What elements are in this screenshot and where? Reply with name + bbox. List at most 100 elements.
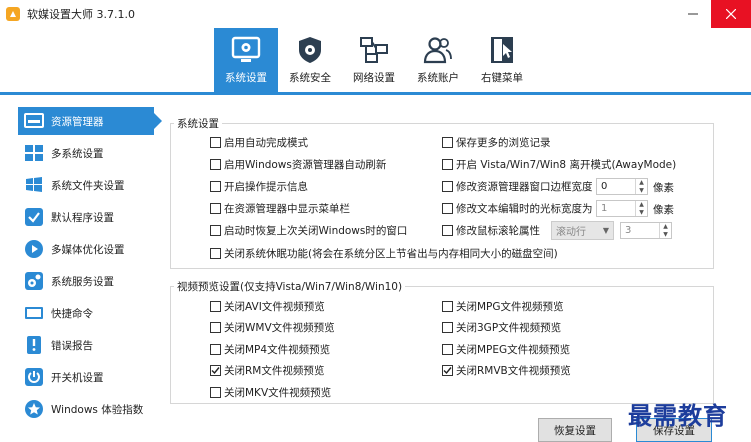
close-button[interactable] [711, 0, 751, 28]
tab-label: 右键菜单 [481, 72, 523, 84]
wheel-mode-select[interactable]: 滚动行 ▼ [551, 221, 614, 240]
window-title: 软媒设置大师 3.7.1.0 [27, 8, 135, 21]
option-cursor-width[interactable]: 修改文本编辑时的光标宽度为 [442, 200, 593, 216]
sidebar-item-shortcut-command[interactable]: 快捷命令 [18, 299, 154, 327]
checkbox[interactable] [442, 300, 453, 312]
option-disable-hibernate[interactable]: 关闭系统休眠功能(将会在系统分区上节省出与内存相同大小的磁盘空间) [210, 245, 558, 261]
tab-context-menu[interactable]: 右键菜单 [470, 28, 534, 92]
windows-folder-icon [23, 174, 45, 196]
option-disable-3gp-preview[interactable]: 关闭3GP文件视频预览 [442, 319, 561, 335]
checkbox[interactable] [210, 386, 221, 398]
checkbox[interactable] [442, 158, 453, 170]
sidebar-item-label: 资源管理器 [51, 115, 104, 128]
checkbox[interactable] [442, 136, 453, 148]
sidebar-item-explorer[interactable]: 资源管理器 [18, 107, 162, 135]
tab-system-security[interactable]: 系统安全 [278, 28, 342, 92]
checkbox[interactable] [210, 158, 221, 170]
command-icon [23, 302, 45, 324]
option-disable-avi-preview[interactable]: 关闭AVI文件视频预览 [210, 298, 325, 314]
sidebar-item-error-report[interactable]: 错误报告 [18, 331, 154, 359]
default-program-icon [23, 206, 45, 228]
checkbox[interactable] [210, 224, 221, 236]
title-bar: 软媒设置大师 3.7.1.0 [0, 0, 751, 28]
cursor-menu-icon [484, 34, 520, 66]
tab-network-settings[interactable]: 网络设置 [342, 28, 406, 92]
tab-label: 网络设置 [353, 72, 395, 84]
restore-settings-button[interactable]: 恢复设置 [538, 418, 612, 442]
checkmark-icon [443, 366, 452, 374]
star-icon [23, 398, 45, 420]
checkbox[interactable] [210, 247, 221, 259]
sidebar-item-windows-experience[interactable]: Windows 体验指数 [18, 395, 154, 423]
sidebar-item-label: 系统服务设置 [51, 275, 114, 288]
sidebar-item-label: 快捷命令 [51, 307, 93, 320]
tab-label: 系统设置 [225, 72, 267, 84]
checkbox[interactable] [442, 202, 453, 214]
spin-up-icon[interactable]: ▲ [636, 179, 647, 187]
option-restore-windows[interactable]: 启动时恢复上次关闭Windows时的窗口 [210, 222, 407, 238]
option-disable-wmv-preview[interactable]: 关闭WMV文件视频预览 [210, 319, 335, 335]
sidebar-item-power[interactable]: 开关机设置 [18, 363, 154, 391]
option-show-menubar[interactable]: 在资源管理器中显示菜单栏 [210, 200, 350, 216]
checkbox-checked[interactable] [442, 364, 453, 376]
option-disable-rmvb-preview[interactable]: 关闭RMVB文件视频预览 [442, 362, 571, 378]
checkbox[interactable] [210, 343, 221, 355]
spin-down-icon[interactable]: ▼ [636, 187, 647, 195]
spin-up-icon[interactable]: ▲ [660, 223, 671, 231]
sidebar: 资源管理器 多系统设置 系统文件夹设置 默认程序设置 多媒体优化设置 系统服务设… [0, 95, 162, 442]
border-width-unit: 像素 [653, 182, 674, 194]
wheel-value-stepper[interactable]: 3 ▲ ▼ [620, 222, 672, 239]
watermark: 最需教育 [628, 401, 728, 430]
checkbox[interactable] [210, 202, 221, 214]
checkbox[interactable] [442, 321, 453, 333]
option-disable-rm-preview[interactable]: 关闭RM文件视频预览 [210, 362, 324, 378]
checkbox[interactable] [442, 224, 453, 236]
checkbox[interactable] [210, 180, 221, 192]
option-disable-mpg-preview[interactable]: 关闭MPG文件视频预览 [442, 298, 564, 314]
cursor-width-unit: 像素 [653, 204, 674, 216]
border-width-stepper[interactable]: 0 ▲ ▼ [596, 178, 648, 195]
checkbox[interactable] [442, 180, 453, 192]
checkbox[interactable] [210, 300, 221, 312]
sidebar-item-multimedia[interactable]: 多媒体优化设置 [18, 235, 154, 263]
checkbox[interactable] [210, 136, 221, 148]
option-disable-mpeg-preview[interactable]: 关闭MPEG文件视频预览 [442, 341, 570, 357]
sidebar-item-default-program[interactable]: 默认程序设置 [18, 203, 154, 231]
tab-label: 系统安全 [289, 72, 331, 84]
spin-down-icon[interactable]: ▼ [636, 209, 647, 217]
option-away-mode[interactable]: 开启 Vista/Win7/Win8 离开模式(AwayMode) [442, 156, 676, 172]
spin-up-icon[interactable]: ▲ [636, 201, 647, 209]
sidebar-item-system-folder[interactable]: 系统文件夹设置 [18, 171, 154, 199]
sidebar-item-label: 默认程序设置 [51, 211, 114, 224]
checkbox-checked[interactable] [210, 364, 221, 376]
sidebar-item-label: 开关机设置 [51, 371, 104, 384]
sidebar-item-label: 错误报告 [51, 339, 93, 352]
option-disable-mp4-preview[interactable]: 关闭MP4文件视频预览 [210, 341, 330, 357]
option-disable-mkv-preview[interactable]: 关闭MKV文件视频预览 [210, 384, 331, 400]
checkbox[interactable] [442, 343, 453, 355]
tab-label: 系统账户 [417, 72, 459, 84]
service-gear-icon [23, 270, 45, 292]
checkbox[interactable] [210, 321, 221, 333]
sidebar-item-system-service[interactable]: 系统服务设置 [18, 267, 154, 295]
option-tooltips[interactable]: 开启操作提示信息 [210, 178, 308, 194]
minimize-icon [688, 13, 698, 15]
sidebar-item-multi-system[interactable]: 多系统设置 [18, 139, 154, 167]
users-icon [420, 34, 456, 66]
spin-down-icon[interactable]: ▼ [660, 231, 671, 239]
media-icon [23, 238, 45, 260]
option-border-width[interactable]: 修改资源管理器窗口边框宽度 [442, 178, 593, 194]
tab-system-account[interactable]: 系统账户 [406, 28, 470, 92]
option-mouse-wheel[interactable]: 修改鼠标滚轮属性 [442, 222, 540, 238]
shield-gear-icon [292, 34, 328, 66]
option-explorer-auto-refresh[interactable]: 启用Windows资源管理器自动刷新 [210, 156, 386, 172]
minimize-button[interactable] [675, 0, 711, 28]
option-auto-complete[interactable]: 启用自动完成模式 [210, 134, 308, 150]
power-icon [23, 366, 45, 388]
option-more-history[interactable]: 保存更多的浏览记录 [442, 134, 551, 150]
tab-system-settings[interactable]: 系统设置 [214, 28, 278, 92]
checkmark-icon [211, 366, 220, 374]
chevron-down-icon: ▼ [602, 226, 609, 235]
cursor-width-stepper[interactable]: 1 ▲ ▼ [596, 200, 648, 217]
video-preview-group-title: 视频预览设置(仅支持Vista/Win7/Win8/Win10) [174, 279, 406, 294]
